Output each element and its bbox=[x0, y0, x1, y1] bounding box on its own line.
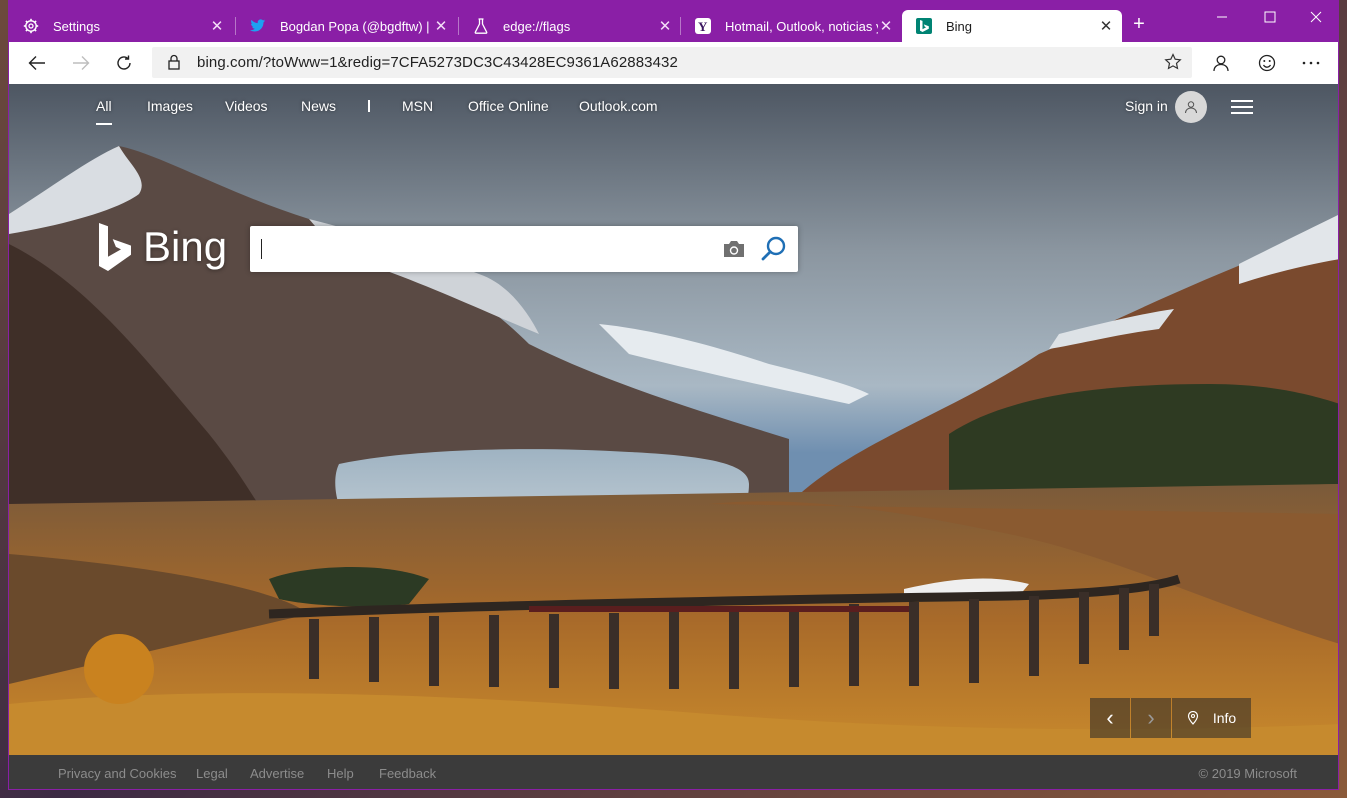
top-nav: All Images Videos News MSN Office Online… bbox=[9, 84, 1338, 130]
back-arrow-icon bbox=[28, 56, 45, 70]
new-tab-button[interactable]: + bbox=[1128, 13, 1150, 35]
ellipsis-icon bbox=[1302, 61, 1320, 65]
nav-videos[interactable]: Videos bbox=[225, 98, 268, 114]
more-options-button[interactable] bbox=[1295, 47, 1327, 79]
tab-title: Bogdan Popa (@bgdftw) | Tw bbox=[280, 18, 433, 34]
nav-images[interactable]: Images bbox=[147, 98, 193, 114]
minimize-button[interactable] bbox=[1199, 1, 1245, 33]
search-box bbox=[250, 226, 798, 272]
sign-in-link[interactable]: Sign in bbox=[1125, 98, 1168, 114]
nav-office-online[interactable]: Office Online bbox=[468, 98, 549, 114]
profile-button[interactable] bbox=[1205, 47, 1237, 79]
url-text: bing.com/?toWww=1&redig=7CFA5273DC3C4342… bbox=[197, 54, 678, 71]
bing-logo-icon bbox=[99, 223, 131, 271]
tab-title: Bing bbox=[946, 18, 973, 34]
bing-icon bbox=[916, 18, 932, 34]
close-icon bbox=[1310, 11, 1322, 23]
person-icon bbox=[1213, 55, 1229, 72]
text-caret bbox=[261, 239, 262, 259]
previous-image-button[interactable]: ‹ bbox=[1090, 698, 1130, 738]
search-icon[interactable] bbox=[760, 235, 788, 263]
refresh-icon bbox=[117, 55, 131, 70]
tab-twitter[interactable]: Bogdan Popa (@bgdftw) | Tw ✕ bbox=[236, 10, 457, 42]
tab-settings[interactable]: Settings ✕ bbox=[9, 10, 233, 42]
footer-link-advertise[interactable]: Advertise bbox=[250, 766, 304, 781]
copyright-text: © 2019 Microsoft bbox=[1198, 766, 1297, 781]
flask-icon bbox=[473, 18, 489, 34]
tab-title: Hotmail, Outlook, noticias y h bbox=[725, 18, 878, 34]
info-button[interactable]: Info bbox=[1172, 698, 1251, 738]
smiley-icon bbox=[1258, 54, 1276, 72]
hamburger-menu-icon[interactable] bbox=[1231, 98, 1253, 116]
refresh-button[interactable] bbox=[108, 47, 140, 79]
search-input[interactable] bbox=[264, 234, 704, 264]
footer-link-help[interactable]: Help bbox=[327, 766, 354, 781]
close-icon[interactable]: ✕ bbox=[209, 18, 225, 35]
tab-flags[interactable]: edge://flags ✕ bbox=[459, 10, 681, 42]
nav-msn[interactable]: MSN bbox=[402, 98, 433, 114]
tab-bing[interactable]: Bing ✕ bbox=[902, 10, 1122, 42]
background-image bbox=[9, 84, 1338, 755]
lock-icon bbox=[168, 54, 180, 70]
chevron-right-icon: › bbox=[1147, 705, 1155, 730]
gear-icon bbox=[23, 18, 39, 34]
close-icon[interactable]: ✕ bbox=[878, 18, 894, 35]
forward-arrow-icon bbox=[73, 56, 90, 70]
nav-outlook[interactable]: Outlook.com bbox=[579, 98, 658, 114]
close-icon[interactable]: ✕ bbox=[657, 18, 673, 35]
forward-button[interactable] bbox=[65, 47, 97, 79]
avatar[interactable] bbox=[1175, 91, 1207, 123]
nav-divider bbox=[368, 100, 370, 112]
back-button[interactable] bbox=[21, 47, 53, 79]
close-icon[interactable]: ✕ bbox=[1098, 18, 1114, 35]
tab-strip: Settings ✕ Bogdan Popa (@bgdftw) | Tw ✕ … bbox=[9, 1, 1338, 42]
camera-icon[interactable] bbox=[722, 238, 746, 260]
close-icon[interactable]: ✕ bbox=[433, 18, 449, 35]
page-footer: Privacy and Cookies Legal Advertise Help… bbox=[9, 755, 1338, 789]
footer-link-feedback[interactable]: Feedback bbox=[379, 766, 436, 781]
minimize-icon bbox=[1217, 16, 1227, 18]
twitter-icon bbox=[250, 18, 266, 34]
bing-logo-text: Bing bbox=[143, 223, 228, 270]
browser-window: Settings ✕ Bogdan Popa (@bgdftw) | Tw ✕ … bbox=[8, 0, 1339, 790]
tab-yahoo-outlook[interactable]: Y Hotmail, Outlook, noticias y h ✕ bbox=[681, 10, 902, 42]
yahoo-icon: Y bbox=[695, 18, 711, 34]
maximize-icon bbox=[1264, 11, 1276, 23]
bing-homepage: All Images Videos News MSN Office Online… bbox=[9, 84, 1338, 789]
tab-title: edge://flags bbox=[503, 18, 571, 34]
footer-link-privacy[interactable]: Privacy and Cookies bbox=[58, 766, 177, 781]
footer-link-legal[interactable]: Legal bbox=[196, 766, 228, 781]
favorite-star-icon[interactable] bbox=[1164, 53, 1182, 71]
address-bar[interactable]: bing.com/?toWww=1&redig=7CFA5273DC3C4342… bbox=[152, 47, 1192, 78]
svg-text:Y: Y bbox=[698, 19, 708, 34]
nav-all[interactable]: All bbox=[96, 98, 112, 125]
feedback-button[interactable] bbox=[1251, 47, 1283, 79]
tab-title: Settings bbox=[53, 18, 100, 34]
info-label: Info bbox=[1212, 710, 1237, 726]
maximize-button[interactable] bbox=[1247, 1, 1293, 33]
next-image-button[interactable]: › bbox=[1131, 698, 1171, 738]
chevron-left-icon: ‹ bbox=[1106, 705, 1114, 730]
bing-logo[interactable]: Bing bbox=[97, 219, 227, 275]
close-window-button[interactable] bbox=[1293, 1, 1338, 33]
location-pin-icon bbox=[1187, 711, 1198, 725]
nav-news[interactable]: News bbox=[301, 98, 336, 114]
browser-toolbar: bing.com/?toWww=1&redig=7CFA5273DC3C4342… bbox=[9, 42, 1338, 84]
person-icon bbox=[1185, 101, 1197, 114]
